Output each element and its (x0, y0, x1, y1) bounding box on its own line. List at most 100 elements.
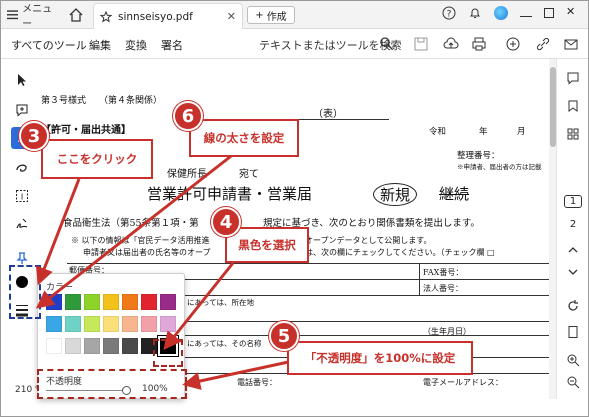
select-tool[interactable] (11, 69, 33, 91)
svg-text:?: ? (447, 10, 452, 20)
field-fax: FAX番号： (423, 268, 464, 277)
step4-number: 4 (219, 211, 233, 233)
left-toolbar: I (7, 63, 37, 395)
menu-edit[interactable]: 編集 (89, 37, 111, 53)
color-swatch[interactable] (65, 294, 81, 310)
plus-icon: + (255, 9, 264, 21)
comment-panel-icon[interactable] (566, 71, 580, 85)
date-reiwa: 令和 (429, 127, 447, 137)
step5-number: 5 (277, 325, 291, 347)
comment-tool[interactable] (11, 99, 33, 121)
search-icon[interactable] (379, 36, 393, 50)
save-icon[interactable] (413, 36, 429, 52)
chevron-up-icon[interactable] (566, 243, 580, 257)
star-icon[interactable] (100, 10, 112, 23)
keizoku-label: 継続 (439, 185, 470, 203)
close-window-icon[interactable]: ✕ (566, 6, 580, 20)
note-2: 申請者又は届出者の氏名等のオープ (83, 248, 211, 257)
step6-badge: 6 (173, 101, 203, 131)
step5-text: 「不透明度」を100%に設定 (304, 351, 456, 365)
upload-cloud-icon[interactable] (443, 36, 459, 52)
step3-number: 3 (27, 125, 41, 147)
zoom-in-icon[interactable] (566, 353, 580, 367)
menu-convert[interactable]: 変換 (125, 37, 147, 53)
color-swatch[interactable] (84, 294, 100, 310)
color-swatch[interactable] (122, 316, 138, 332)
add-user-icon[interactable] (505, 36, 521, 52)
right-sidebar: 1 2 (556, 59, 588, 399)
text-select-tool[interactable]: I (11, 185, 33, 207)
bell-icon[interactable] (468, 6, 482, 20)
rotate-icon[interactable] (566, 299, 580, 313)
menu-label: メニュー (22, 4, 53, 30)
page-number-2[interactable]: 2 (564, 219, 582, 230)
step5-callout: 「不透明度」を100%に設定 (287, 341, 473, 375)
color-swatch[interactable] (46, 316, 62, 332)
pin-icon (16, 252, 28, 264)
zoom-out-icon[interactable] (566, 375, 580, 389)
sign-tool[interactable] (11, 213, 33, 235)
color-swatch[interactable] (46, 338, 62, 354)
color-swatch[interactable] (160, 316, 176, 332)
text-box-icon: I (16, 190, 28, 202)
color-swatch[interactable] (46, 294, 62, 310)
step6-text: 線の太さを設定 (203, 131, 285, 145)
window-controls: ? ✕ (442, 6, 580, 20)
color-swatch[interactable] (103, 294, 119, 310)
color-swatch[interactable] (103, 338, 119, 354)
page-fit-icon[interactable] (566, 325, 580, 339)
note-2-tail: い場合は、次の欄にチェックしてください。（チェック欄 □ (281, 248, 495, 257)
freehand-icon (16, 164, 27, 172)
draw-tool[interactable] (11, 157, 33, 179)
color-swatch[interactable] (122, 338, 138, 354)
color-swatch[interactable] (141, 316, 157, 332)
field-houjin: 法人番号： (423, 284, 463, 293)
maximize-icon[interactable] (544, 8, 554, 18)
step3-badge: 3 (19, 121, 49, 151)
document-tab[interactable]: sinnseisyo.pdf ✕ (93, 3, 243, 29)
color-swatch[interactable] (65, 338, 81, 354)
step4-callout: 黒色を選択 (225, 227, 309, 263)
mail-icon[interactable] (563, 36, 579, 52)
seiri-label: 整理番号： (457, 151, 500, 161)
color-title: カラー (46, 283, 74, 293)
help-icon[interactable]: ? (442, 6, 456, 20)
color-swatch[interactable] (160, 294, 176, 310)
step5-badge: 5 (269, 321, 299, 351)
step6-number: 6 (181, 105, 195, 127)
black-swatch-highlight (153, 339, 183, 367)
close-tab-icon[interactable]: ✕ (227, 10, 236, 23)
home-icon[interactable] (67, 6, 85, 24)
tool-highlight-box (9, 265, 41, 319)
color-swatch[interactable] (84, 338, 100, 354)
table-line-1 (67, 263, 549, 264)
form-note: （第４条関係） (99, 96, 163, 106)
field-tel: 電話番号： (237, 378, 277, 387)
link-icon[interactable] (535, 36, 551, 52)
menu-all-tools[interactable]: すべてのツール (11, 37, 87, 53)
addressee: 保健所長 (167, 169, 207, 180)
cursor-icon (18, 74, 26, 86)
color-swatch[interactable] (65, 316, 81, 332)
color-swatch[interactable] (141, 294, 157, 310)
avatar[interactable] (494, 6, 508, 20)
color-swatch[interactable] (84, 316, 100, 332)
create-button[interactable]: + 作成 (247, 6, 295, 24)
seiri-note: ※申請者、届出者の方は記載 (457, 163, 542, 171)
step4-badge: 4 (211, 207, 241, 237)
color-swatch[interactable] (103, 316, 119, 332)
print-icon[interactable] (471, 36, 487, 52)
color-swatch[interactable] (122, 294, 138, 310)
page-number-1[interactable]: 1 (564, 195, 582, 208)
menu-sign[interactable]: 署名 (161, 37, 183, 53)
step4-text: 黒色を選択 (238, 238, 296, 252)
thumbnails-icon[interactable] (566, 127, 580, 141)
date-year: 年 (479, 127, 488, 137)
menu-button[interactable]: メニュー (7, 4, 59, 30)
minimize-icon[interactable] (520, 15, 532, 17)
field-mail: 電子メールアドレス： (423, 378, 503, 387)
omote-label: （表） (313, 109, 343, 120)
chevron-down-icon[interactable] (566, 265, 580, 279)
bookmark-icon[interactable] (566, 99, 580, 113)
date-month: 月 (517, 127, 526, 137)
